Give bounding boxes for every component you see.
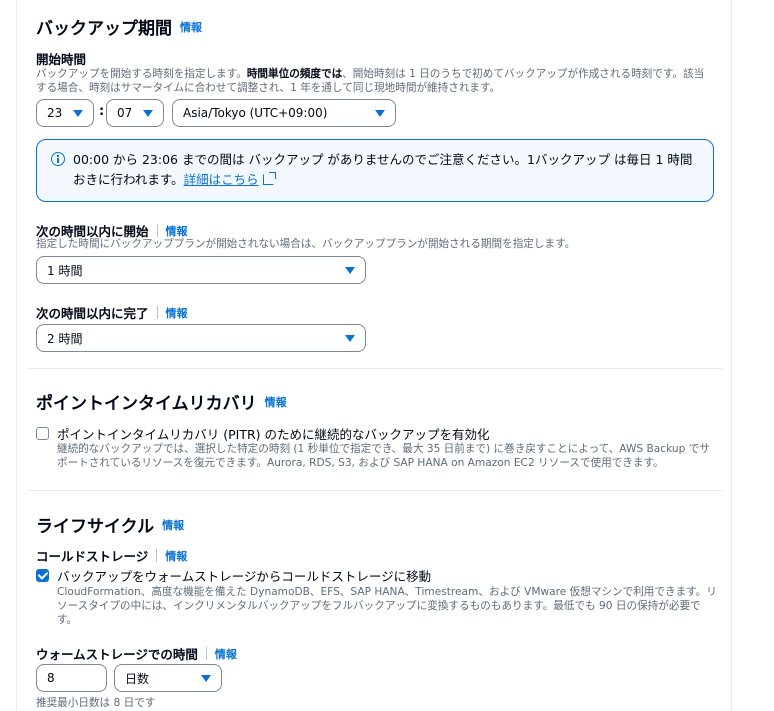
- cold-storage-checkbox-label: バックアップをウォームストレージからコールドストレージに移動: [57, 569, 432, 584]
- warm-days-input[interactable]: [36, 664, 107, 692]
- section-divider: [27, 368, 723, 369]
- caret-down-icon: [143, 110, 153, 117]
- pitr-description: 継続的なバックアップでは、選択した特定の時刻 (1 秒単位で指定でき、最大 35…: [57, 443, 710, 469]
- section-title-lifecycle: ライフサイクル: [36, 517, 155, 537]
- info-link[interactable]: 情報: [165, 548, 187, 564]
- start-within-description: 指定した時間にバックアッププランが開始されない場合は、バックアッププランが開始さ…: [36, 238, 576, 250]
- external-link-icon: [262, 172, 276, 185]
- learn-more-link[interactable]: 詳細はこちら: [183, 172, 276, 187]
- info-link[interactable]: 情報: [215, 646, 237, 662]
- section-divider: [27, 490, 723, 491]
- alert-message: 00:00 から 23:06 までの間は バックアップ がありませんのでご注意く…: [73, 152, 693, 187]
- alert-text: 00:00 から 23:06 までの間は バックアップ がありませんのでご注意く…: [73, 150, 703, 190]
- info-link[interactable]: 情報: [162, 517, 184, 533]
- info-link[interactable]: 情報: [265, 394, 287, 410]
- learn-more-label: 詳細はこちら: [183, 172, 259, 187]
- desc-part: バックアップを開始する時刻を指定します。: [36, 68, 247, 80]
- hour-select[interactable]: 23: [36, 99, 94, 127]
- warm-time-label: ウォームストレージでの時間 情報: [36, 644, 237, 663]
- info-alert: 00:00 から 23:06 までの間は バックアップ がありませんのでご注意く…: [36, 139, 714, 202]
- info-link[interactable]: 情報: [166, 305, 188, 321]
- caret-down-icon: [201, 675, 211, 682]
- cold-storage-label: コールドストレージ 情報: [36, 546, 187, 565]
- complete-within-label: 次の時間以内に完了 情報: [36, 303, 188, 322]
- hour-value: 23: [47, 106, 63, 120]
- start-within-select[interactable]: 1 時間: [36, 256, 366, 284]
- lifecycle-header: ライフサイクル 情報: [36, 512, 184, 537]
- warm-time-hint: 推奨最小日数は 8 日です: [36, 697, 156, 709]
- cold-storage-checkbox[interactable]: [36, 569, 49, 582]
- section-title-backup-window: バックアップ期間: [36, 19, 172, 39]
- warm-unit-select[interactable]: 日数: [114, 664, 222, 692]
- cold-storage-text: コールドストレージ: [36, 549, 149, 564]
- caret-down-icon: [345, 267, 355, 274]
- backup-window-header: バックアップ期間 情報: [36, 14, 202, 39]
- minute-select[interactable]: 07: [106, 99, 164, 127]
- minute-value: 07: [117, 106, 133, 120]
- timezone-value: Asia/Tokyo (UTC+09:00): [183, 106, 328, 120]
- complete-within-text: 次の時間以内に完了: [36, 306, 149, 321]
- label-separator: [156, 306, 158, 319]
- cold-storage-description: CloudFormation、高度な機能を備えた DynamoDB、EFS、SA…: [57, 586, 717, 626]
- warm-unit-value: 日数: [125, 671, 150, 686]
- start-within-value: 1 時間: [47, 263, 83, 278]
- label-separator: [156, 549, 158, 562]
- caret-down-icon: [375, 110, 385, 117]
- desc-bold: 時間単位の頻度では: [246, 68, 343, 80]
- complete-within-value: 2 時間: [47, 331, 83, 346]
- label-separator: [205, 647, 207, 660]
- info-link[interactable]: 情報: [180, 19, 202, 35]
- time-separator: :: [99, 104, 105, 119]
- start-time-label: 開始時間: [36, 52, 87, 67]
- timezone-select[interactable]: Asia/Tokyo (UTC+09:00): [172, 99, 396, 127]
- pitr-checkbox-label: ポイントインタイムリカバリ (PITR) のために継続的なバックアップを有効化: [57, 427, 490, 442]
- caret-down-icon: [73, 110, 83, 117]
- info-circle-icon: [51, 152, 65, 166]
- caret-down-icon: [345, 335, 355, 342]
- complete-within-select[interactable]: 2 時間: [36, 324, 366, 352]
- section-title-pitr: ポイントインタイムリカバリ: [36, 394, 257, 414]
- warm-time-text: ウォームストレージでの時間: [36, 647, 198, 662]
- pitr-header: ポイントインタイムリカバリ 情報: [36, 389, 287, 414]
- pitr-checkbox[interactable]: [36, 427, 49, 440]
- label-separator: [156, 224, 158, 237]
- start-time-description: バックアップを開始する時刻を指定します。時間単位の頻度では、開始時刻は 1 日の…: [36, 67, 710, 95]
